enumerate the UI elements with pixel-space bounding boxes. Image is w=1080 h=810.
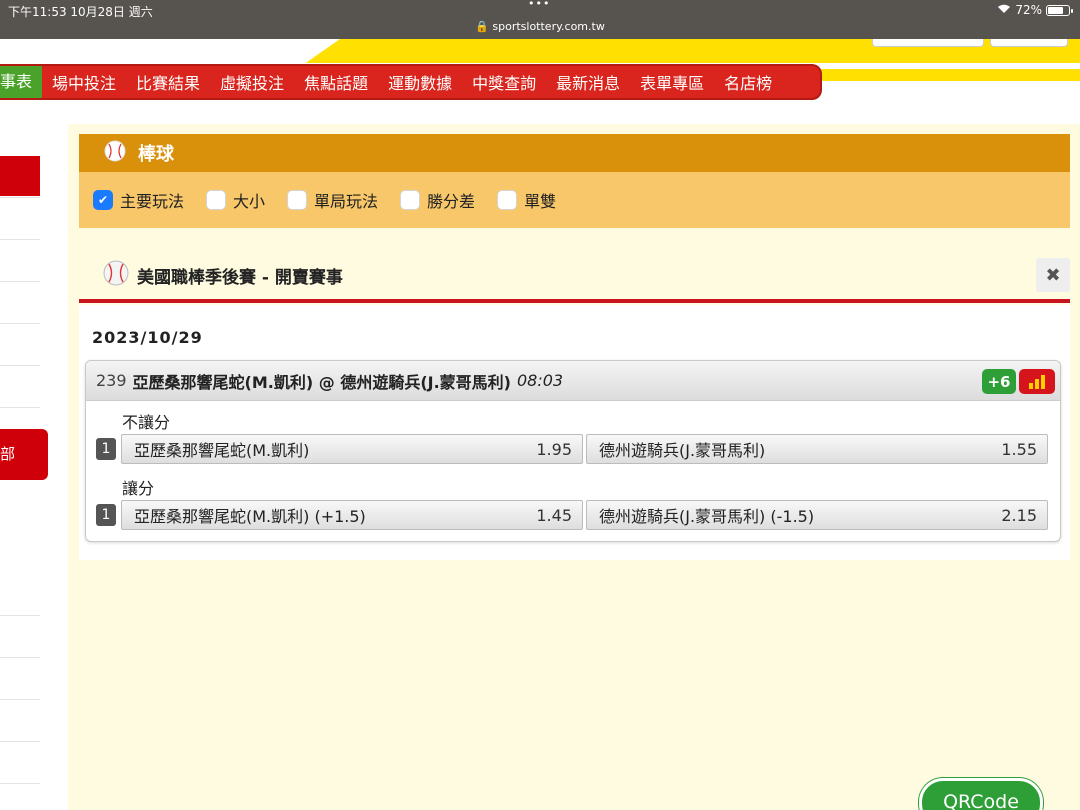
sport-title: 棒球: [138, 144, 174, 165]
odds-team: 亞歷桑那響尾蛇(M.凱利): [134, 441, 310, 460]
odds-button-away[interactable]: 德州遊騎兵(J.蒙哥馬利) 1.55: [586, 434, 1048, 464]
match-date: 2023/10/29: [92, 328, 203, 347]
sidebar-divider: [0, 239, 40, 240]
nav-item-stores[interactable]: 名店榜: [714, 70, 782, 94]
filter-odd-even[interactable]: 單雙: [497, 188, 556, 212]
status-time: 下午11:53 10月28日 週六: [8, 5, 153, 19]
nav-item-live-betting[interactable]: 場中投注: [42, 70, 126, 94]
header-button-left[interactable]: [872, 39, 984, 47]
filter-over-under[interactable]: 大小: [206, 188, 265, 212]
url-text: sportslottery.com.tw: [492, 20, 605, 33]
sidebar-item-active[interactable]: [0, 156, 40, 196]
odds-button-away-handicap[interactable]: 德州遊騎兵(J.蒙哥馬利) (-1.5) 2.15: [586, 500, 1048, 530]
qrcode-button[interactable]: QRCode: [919, 778, 1043, 810]
match-card: 239 亞歷桑那響尾蛇(M.凱利) @ 德州遊騎兵(J.蒙哥馬利) 08:03 …: [85, 360, 1061, 542]
market-label: 不讓分: [122, 413, 171, 432]
nav-item-results[interactable]: 比賽結果: [126, 70, 210, 94]
checkbox-icon[interactable]: [400, 190, 421, 210]
url-bar[interactable]: 🔒 sportslottery.com.tw: [0, 20, 1080, 33]
sidebar-divider: [0, 783, 40, 784]
header-stripe-lower: [800, 69, 1080, 81]
sidebar-divider: [0, 615, 40, 616]
wifi-icon: [997, 3, 1011, 17]
odds-team: 德州遊騎兵(J.蒙哥馬利) (-1.5): [599, 507, 815, 526]
league-title: 美國職棒季後賽 - 開賣賽事: [137, 268, 343, 288]
filter-label: 單局玩法: [314, 192, 379, 211]
nav-item-winning-query[interactable]: 中獎查詢: [462, 70, 546, 94]
filter-label: 勝分差: [427, 192, 476, 211]
baseball-icon: [103, 260, 129, 291]
odds-value: 2.15: [1001, 505, 1037, 525]
filter-margin[interactable]: 勝分差: [400, 188, 475, 212]
nav-item-news[interactable]: 最新消息: [546, 70, 630, 94]
match-number: 239: [96, 371, 127, 390]
sidebar: 部: [0, 110, 48, 810]
market-label: 讓分: [122, 479, 155, 498]
battery-percent: 72%: [1015, 3, 1042, 17]
sidebar-divider: [0, 365, 40, 366]
match-time: 08:03: [516, 371, 564, 390]
odds-button-home-handicap[interactable]: 亞歷桑那響尾蛇(M.凱利) (+1.5) 1.45: [121, 500, 583, 530]
header-button-right[interactable]: [990, 39, 1068, 47]
market-index: 1: [96, 504, 116, 526]
league-divider: [79, 299, 1070, 303]
match-header: 239 亞歷桑那響尾蛇(M.凱利) @ 德州遊騎兵(J.蒙哥馬利) 08:03: [86, 361, 1060, 401]
sidebar-divider: [0, 323, 40, 324]
odds-value: 1.55: [1001, 439, 1037, 459]
nav-item-schedule[interactable]: 事表: [0, 66, 43, 98]
filter-label: 大小: [233, 192, 266, 211]
more-markets-button[interactable]: +6: [982, 369, 1016, 394]
odds-team: 亞歷桑那響尾蛇(M.凱利) (+1.5): [134, 507, 366, 526]
main-nav: 事表 場中投注 比賽結果 虛擬投注 焦點話題 運動數據 中獎查詢 最新消息 表單…: [0, 64, 822, 100]
sidebar-divider: [0, 699, 40, 700]
sidebar-divider: [0, 281, 40, 282]
sidebar-divider: [0, 407, 40, 408]
baseball-icon: [104, 140, 126, 167]
market-index: 1: [96, 438, 116, 460]
sidebar-item-label: 部: [0, 445, 16, 463]
bar-chart-icon[interactable]: [1019, 369, 1055, 394]
match-teams: 亞歷桑那響尾蛇(M.凱利) @ 德州遊騎兵(J.蒙哥馬利): [132, 372, 511, 392]
status-bar: 下午11:53 10月28日 週六 ••• 🔒 sportslottery.co…: [0, 0, 1080, 39]
status-right: 72%: [997, 3, 1073, 17]
filter-label: 主要玩法: [120, 192, 185, 211]
sport-header: 棒球: [79, 134, 1070, 172]
odds-team: 德州遊騎兵(J.蒙哥馬利): [599, 441, 766, 460]
close-icon[interactable]: ✖: [1036, 258, 1070, 292]
sidebar-divider: [0, 197, 40, 198]
filter-row: ✔ 主要玩法 大小 單局玩法 勝分差 單雙: [79, 172, 1070, 228]
league-header: 美國職棒季後賽 - 開賣賽事 ✖: [79, 250, 1070, 303]
odds-value: 1.95: [536, 439, 572, 459]
sidebar-divider: [0, 657, 40, 658]
menu-dots-icon[interactable]: •••: [528, 0, 550, 10]
nav-item-stats[interactable]: 運動數據: [378, 70, 462, 94]
nav-item-focus[interactable]: 焦點話題: [294, 70, 378, 94]
checkbox-icon[interactable]: [287, 190, 308, 210]
filter-single-inning[interactable]: 單局玩法: [287, 188, 378, 212]
checkbox-icon[interactable]: [497, 190, 518, 210]
checkbox-checked-icon[interactable]: ✔: [93, 190, 113, 210]
odds-button-home[interactable]: 亞歷桑那響尾蛇(M.凱利) 1.95: [121, 434, 583, 464]
filter-main-play[interactable]: ✔ 主要玩法: [93, 188, 184, 212]
sidebar-divider: [0, 741, 40, 742]
odds-value: 1.45: [536, 505, 572, 525]
battery-icon: [1046, 4, 1073, 16]
league-title-row: 美國職棒季後賽 - 開賣賽事: [103, 260, 343, 291]
filter-label: 單雙: [524, 192, 557, 211]
sidebar-item-category[interactable]: 部: [0, 429, 48, 480]
nav-item-forms[interactable]: 表單專區: [630, 70, 714, 94]
nav-item-virtual[interactable]: 虛擬投注: [210, 70, 294, 94]
checkbox-icon[interactable]: [206, 190, 227, 210]
